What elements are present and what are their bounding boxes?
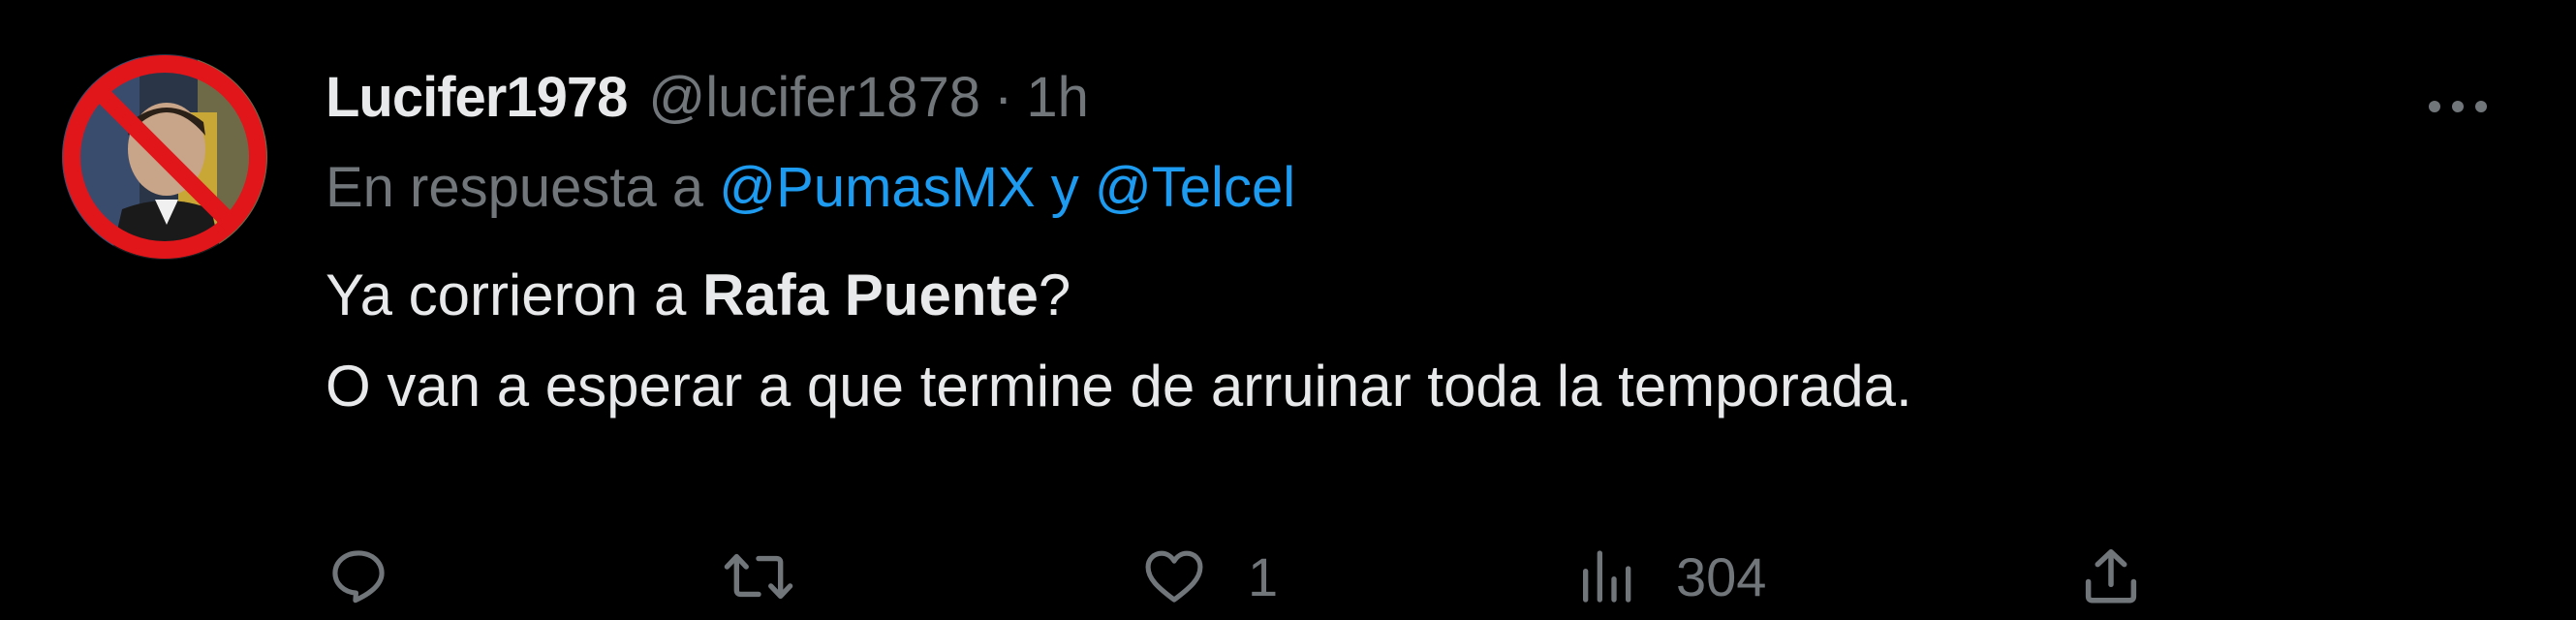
reply-bubble-icon bbox=[332, 550, 385, 604]
heart-icon bbox=[1145, 550, 1203, 603]
author-display-name[interactable]: Lucifer1978 bbox=[326, 65, 628, 130]
replying-to-conjunction[interactable]: y bbox=[1051, 156, 1079, 219]
bar-chart-icon bbox=[1583, 550, 1631, 603]
tweet-text-bold: Rafa Puente bbox=[702, 263, 1039, 327]
avatar-image bbox=[62, 54, 267, 260]
tweet-timestamp[interactable]: 1h bbox=[1026, 65, 1089, 130]
replying-to-prefix: En respuesta a bbox=[326, 156, 704, 219]
retweet-arrows-icon bbox=[724, 553, 793, 600]
tweet-card[interactable]: Lucifer1978 @lucifer1878 · 1h En respues… bbox=[0, 0, 2576, 607]
reply-button[interactable] bbox=[326, 533, 430, 620]
views-button[interactable]: 304 bbox=[1575, 533, 1766, 620]
replying-to: En respuesta a @PumasMX y @Telcel bbox=[326, 155, 1295, 220]
retweet-button[interactable] bbox=[723, 533, 833, 620]
like-count: 1 bbox=[1248, 545, 1279, 607]
tweet-header: Lucifer1978 @lucifer1878 · 1h bbox=[326, 58, 1089, 136]
more-options-button[interactable] bbox=[2409, 68, 2506, 145]
tweet-text: Ya corrieron a Rafa Puente? O van a espe… bbox=[326, 250, 1912, 432]
tweet-text-part: Ya corrieron a bbox=[326, 263, 703, 327]
share-button[interactable] bbox=[2079, 533, 2143, 620]
tweet-text-line-1: Ya corrieron a Rafa Puente? bbox=[326, 250, 1912, 341]
mention-pumasmx[interactable]: @PumasMX bbox=[719, 156, 1035, 219]
more-horizontal-icon bbox=[2429, 101, 2487, 112]
tweet-text-line-2: O van a esperar a que termine de arruina… bbox=[326, 354, 1912, 418]
tweet-text-part: ? bbox=[1038, 263, 1071, 327]
like-button[interactable]: 1 bbox=[1139, 533, 1278, 620]
tweet-actions: 1 304 bbox=[326, 533, 2195, 620]
author-handle[interactable]: @lucifer1878 bbox=[648, 65, 980, 130]
share-upload-icon bbox=[2085, 548, 2137, 604]
mention-telcel[interactable]: @Telcel bbox=[1095, 156, 1295, 219]
separator-dot: · bbox=[994, 65, 1013, 129]
avatar[interactable] bbox=[62, 54, 267, 260]
views-count: 304 bbox=[1676, 545, 1767, 607]
